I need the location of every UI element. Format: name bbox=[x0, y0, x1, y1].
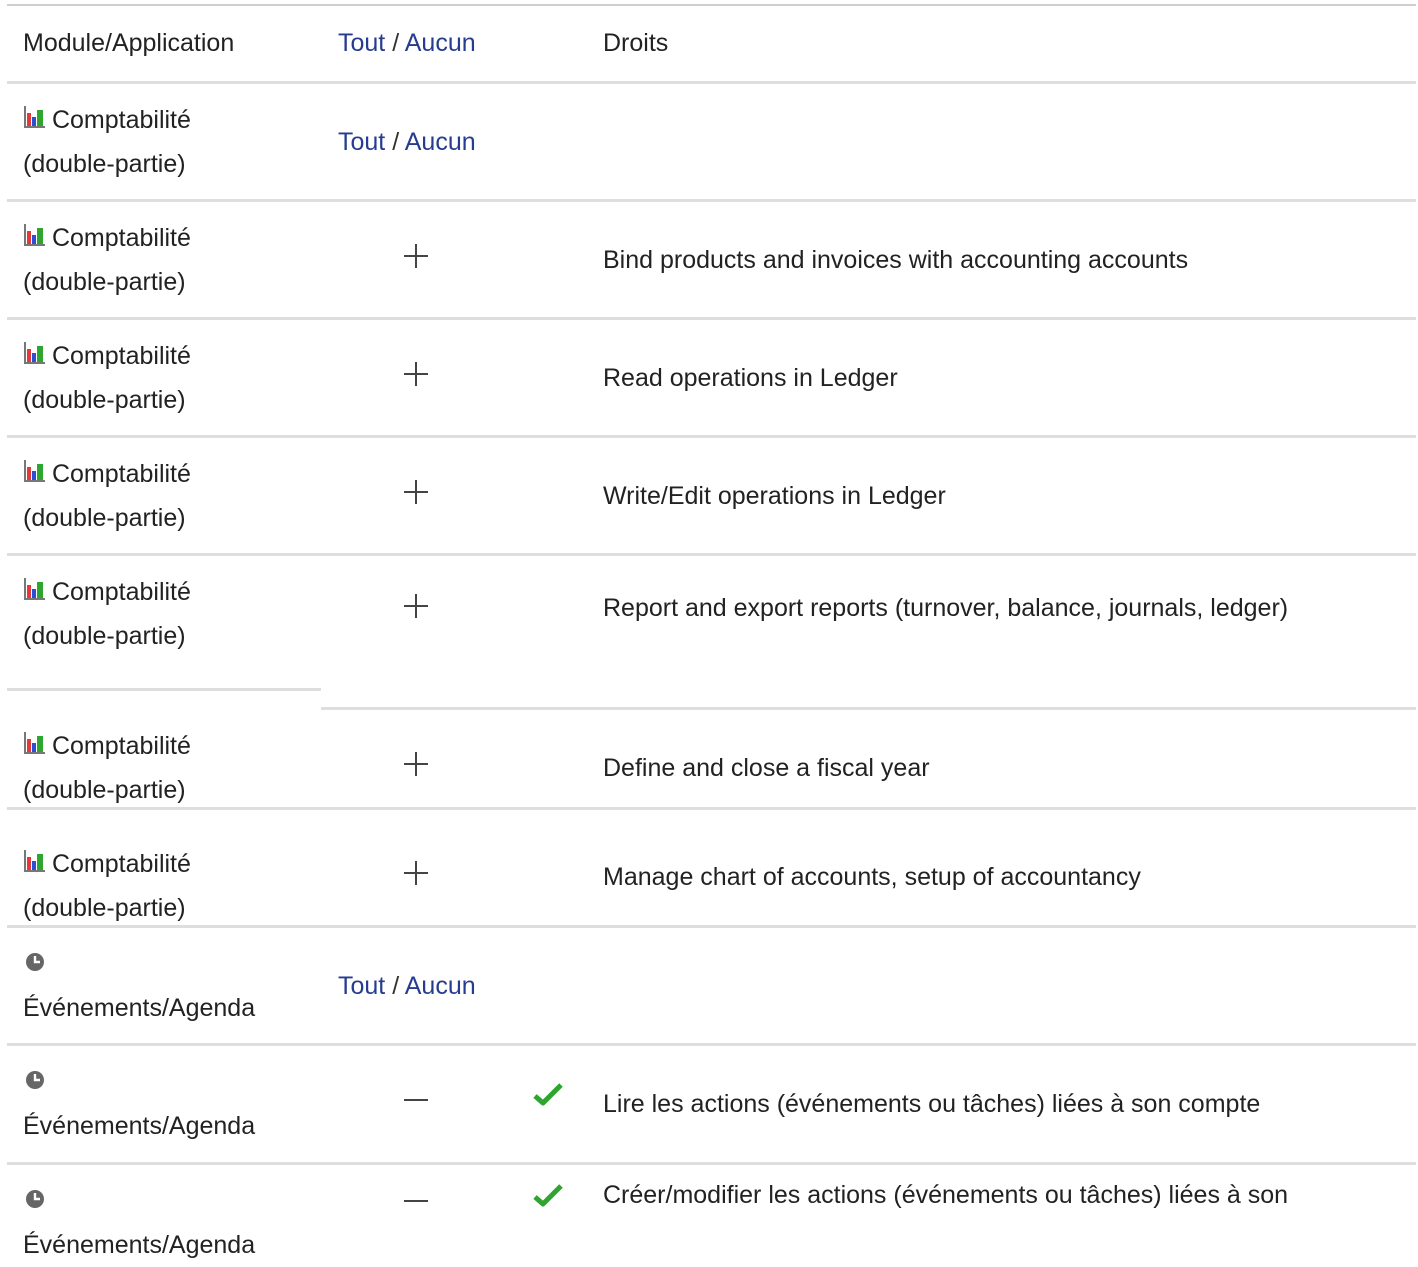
bar-chart-icon bbox=[23, 224, 45, 247]
row-divider bbox=[7, 435, 1416, 438]
bar-chart-icon bbox=[23, 342, 45, 365]
module-name-line2: (double-partie) bbox=[23, 894, 186, 922]
link-separator: / bbox=[392, 971, 400, 1000]
plus-icon[interactable] bbox=[402, 360, 430, 388]
permission-label: Read operations in Ledger bbox=[603, 363, 898, 392]
row-divider bbox=[7, 1043, 1416, 1046]
select-all-link[interactable]: Tout bbox=[338, 128, 385, 156]
permission-label: Write/Edit operations in Ledger bbox=[603, 481, 946, 510]
module-name-line2: (double-partie) bbox=[23, 776, 186, 804]
module-name-line2: (double-partie) bbox=[23, 504, 186, 532]
header-module: Module/Application bbox=[23, 29, 235, 57]
module-name: Comptabilité bbox=[23, 724, 191, 768]
module-name: Comptabilité bbox=[23, 334, 191, 378]
row-divider bbox=[7, 553, 1416, 556]
checkmark-icon bbox=[532, 1082, 564, 1108]
group-select-links: Tout / Aucun bbox=[338, 120, 476, 164]
permission-label: Manage chart of accounts, setup of accou… bbox=[603, 862, 1141, 891]
row-divider bbox=[7, 81, 1416, 84]
header-select-links: Tout / Aucun bbox=[338, 29, 476, 57]
row-divider bbox=[7, 688, 321, 691]
module-name-line1: Comptabilité bbox=[51, 850, 191, 878]
select-none-link[interactable]: Aucun bbox=[405, 29, 476, 57]
header-rights: Droits bbox=[603, 29, 669, 57]
row-divider bbox=[7, 317, 1416, 320]
bar-chart-icon bbox=[23, 460, 45, 483]
module-name-line1: Comptabilité bbox=[51, 342, 191, 370]
module-name: Comptabilité bbox=[23, 570, 191, 614]
checkmark-icon bbox=[532, 1183, 564, 1209]
plus-icon[interactable] bbox=[402, 478, 430, 506]
plus-icon[interactable] bbox=[402, 859, 430, 887]
row-divider bbox=[321, 707, 1416, 710]
permission-label: Report and export reports (turnover, bal… bbox=[603, 594, 1289, 622]
module-name-line1: Comptabilité bbox=[51, 106, 191, 134]
module-name: Comptabilité bbox=[23, 452, 191, 496]
minus-icon[interactable] bbox=[402, 1187, 430, 1215]
bar-chart-icon bbox=[23, 732, 45, 755]
permission-label: Bind products and invoices with accounti… bbox=[603, 245, 1189, 274]
select-none-link[interactable]: Aucun bbox=[405, 128, 476, 156]
module-name: Événements/Agenda bbox=[23, 1112, 256, 1140]
select-none-link[interactable]: Aucun bbox=[405, 972, 476, 1000]
module-name-line2: (double-partie) bbox=[23, 150, 186, 178]
module-name-line1: Comptabilité bbox=[51, 578, 191, 606]
plus-icon[interactable] bbox=[402, 242, 430, 270]
module-name: Comptabilité bbox=[23, 216, 191, 260]
clock-icon bbox=[24, 1188, 46, 1210]
minus-icon[interactable] bbox=[402, 1086, 430, 1114]
module-name-line2: (double-partie) bbox=[23, 268, 186, 296]
select-all-link[interactable]: Tout bbox=[338, 29, 385, 57]
module-name-line2: (double-partie) bbox=[23, 622, 186, 650]
link-separator: / bbox=[392, 127, 400, 156]
row-divider bbox=[7, 199, 1416, 202]
clock-icon bbox=[24, 951, 46, 973]
select-all-link[interactable]: Tout bbox=[338, 972, 385, 1000]
bar-chart-icon bbox=[23, 850, 45, 873]
module-name: Événements/Agenda bbox=[23, 1231, 256, 1259]
permission-label: Lire les actions (événements ou tâches) … bbox=[603, 1089, 1261, 1118]
group-select-links: Tout / Aucun bbox=[338, 964, 476, 1008]
plus-icon[interactable] bbox=[402, 592, 430, 620]
clock-icon bbox=[24, 1069, 46, 1091]
permission-label: Define and close a fiscal year bbox=[603, 753, 930, 782]
permission-label: Créer/modifier les actions (événements o… bbox=[603, 1181, 1289, 1209]
module-name: Comptabilité bbox=[23, 842, 191, 886]
row-divider bbox=[7, 925, 1416, 928]
plus-icon[interactable] bbox=[402, 750, 430, 778]
module-name-line2: (double-partie) bbox=[23, 386, 186, 414]
module-name-line1: Comptabilité bbox=[51, 224, 191, 252]
bar-chart-icon bbox=[23, 106, 45, 129]
module-name-line1: Comptabilité bbox=[51, 732, 191, 760]
row-divider bbox=[7, 807, 1416, 810]
module-name: Événements/Agenda bbox=[23, 994, 256, 1022]
module-name-line1: Comptabilité bbox=[51, 460, 191, 488]
module-name: Comptabilité bbox=[23, 98, 191, 142]
row-divider bbox=[7, 1162, 1416, 1165]
bar-chart-icon bbox=[23, 578, 45, 601]
table-top-border bbox=[7, 4, 1416, 6]
